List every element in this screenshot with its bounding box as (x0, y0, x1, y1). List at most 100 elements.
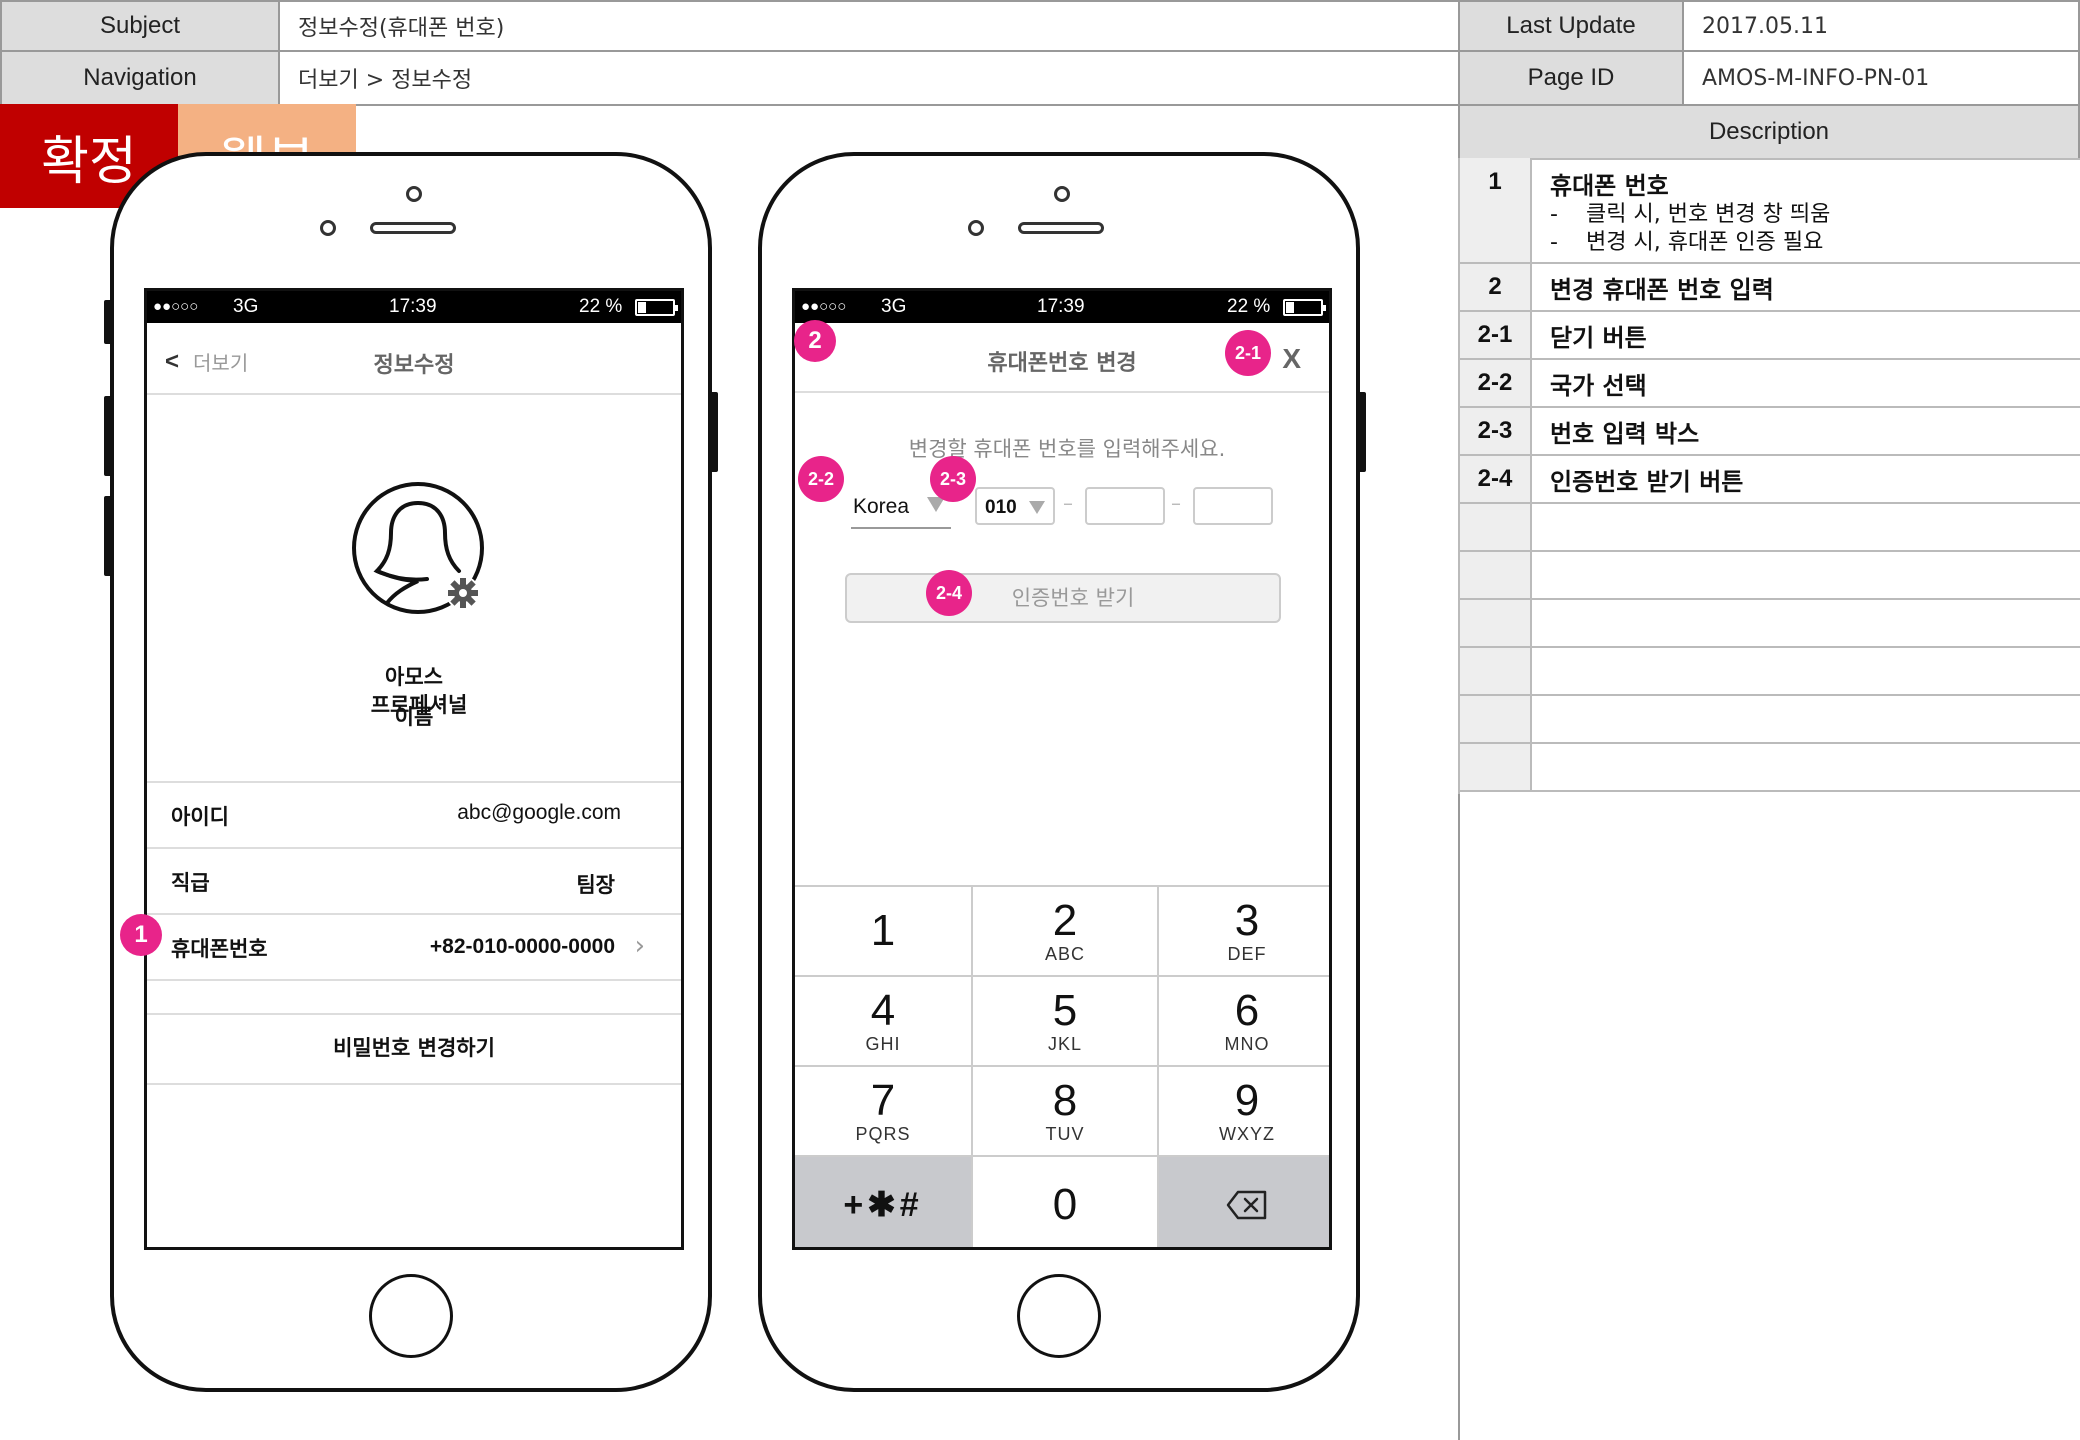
keypad-key-2[interactable]: 2 ABC (973, 887, 1157, 975)
key-digit: 2 (1052, 895, 1078, 945)
description-header-text: Description (1708, 118, 1830, 145)
key-digit: 1 (870, 906, 896, 955)
last-update-label-text: Last Update (1506, 12, 1636, 39)
signal-indicator: ●●○○○ (153, 298, 199, 315)
phone-sensor (320, 220, 336, 236)
prefix-select[interactable]: 010 (975, 487, 1055, 525)
description-number (1460, 696, 1532, 742)
key-letters: WXYZ (1219, 1123, 1275, 1144)
row-value: +82-010-0000-0000 (429, 935, 615, 958)
last-update-label: Last Update (1458, 0, 1684, 52)
number-input-last[interactable] (1193, 487, 1273, 525)
gear-icon[interactable] (445, 575, 481, 611)
key-letters: DEF (1227, 943, 1267, 964)
triangle-down-icon (1029, 501, 1045, 514)
key-digit: 5 (1052, 985, 1078, 1035)
keypad-key-8[interactable]: 8 TUV (973, 1067, 1157, 1155)
description-row-2-3: 2-3 번호 입력 박스 (1460, 408, 2080, 456)
row-value: abc@google.com (457, 801, 621, 824)
key-letters: TUV (1045, 1123, 1085, 1144)
chevron-right-icon: › (634, 931, 645, 961)
request-code-button[interactable]: 인증번호 받기 (845, 573, 1281, 623)
status-time: 17:39 (389, 296, 437, 317)
description-row-empty (1460, 552, 2080, 600)
page-id-value: AMOS-M-INFO-PN-01 (1682, 50, 2080, 106)
keypad-key-5[interactable]: 5 JKL (973, 977, 1157, 1065)
keypad-key-3[interactable]: 3 DEF (1159, 887, 1329, 975)
key-letters: JKL (1047, 1033, 1083, 1054)
annotation-badge-2-3: 2-3 (930, 456, 976, 502)
annotation-badge-2: 2 (794, 320, 836, 362)
key-digit: 3 (1234, 895, 1260, 945)
subject-label-text: Subject (99, 12, 181, 39)
description-number (1460, 600, 1532, 646)
keypad-key-6[interactable]: 6 MNO (1159, 977, 1329, 1065)
description-title: 변경 휴대폰 번호 입력 (1550, 275, 1774, 304)
phone-side-button (710, 392, 718, 472)
change-password-button[interactable]: 비밀번호 변경하기 (147, 1013, 681, 1083)
battery-icon (1283, 299, 1326, 316)
description-row-2: 2 변경 휴대폰 번호 입력 (1460, 264, 2080, 312)
keypad-key-1[interactable]: 1 (795, 887, 971, 975)
key-digit: 9 (1234, 1075, 1260, 1125)
description-row-empty (1460, 600, 2080, 648)
description-number (1460, 504, 1532, 550)
keypad-key-0[interactable]: 0 (973, 1157, 1157, 1247)
annotation-badge-2-1: 2-1 (1225, 330, 1271, 376)
description-bullet: - 클릭 시, 번호 변경 창 띄움 (1550, 201, 2080, 229)
navigation-value-text: 더보기 > 정보수정 (298, 68, 473, 93)
description-title: 국가 선택 (1550, 371, 1647, 400)
last-update-value: 2017.05.11 (1682, 0, 2080, 52)
keypad-key-7[interactable]: 7 PQRS (795, 1067, 971, 1155)
row-label: 아이디 (171, 805, 229, 829)
keypad-key-symbols[interactable]: +✱# (795, 1157, 971, 1247)
keypad-key-9[interactable]: 9 WXYZ (1159, 1067, 1329, 1155)
status-bar: ●●○○○ 3G 17:39 22 % (147, 291, 681, 323)
request-code-label: 인증번호 받기 (1011, 586, 1135, 610)
description-number (1460, 744, 1532, 790)
profile-name-overlap: 이름 (394, 705, 434, 729)
phone-speaker (1018, 222, 1104, 234)
page-id-label: Page ID (1458, 50, 1684, 106)
navigation-label-text: Navigation (83, 64, 197, 91)
row-label: 휴대폰번호 (171, 937, 268, 961)
phone-speaker (370, 222, 456, 234)
description-number (1460, 552, 1532, 598)
status-time: 17:39 (1037, 296, 1085, 317)
backspace-icon (1226, 1190, 1267, 1220)
info-row-phone[interactable]: 휴대폰번호 +82-010-0000-0000 › (147, 913, 681, 979)
number-input-middle[interactable] (1085, 487, 1165, 525)
bullet-text: 변경 시, 휴대폰 인증 필요 (1586, 230, 1824, 255)
annotation-badge-2-4: 2-4 (926, 570, 972, 616)
description-bullet: - 변경 시, 휴대폰 인증 필요 (1550, 229, 2080, 257)
subject-label: Subject (0, 0, 280, 52)
prefix-value: 010 (985, 497, 1017, 518)
dash-separator: – (1171, 491, 1181, 515)
phone-home-button[interactable] (1017, 1274, 1101, 1358)
description-row-empty (1460, 696, 2080, 744)
signal-indicator: ●●○○○ (801, 298, 847, 315)
avatar[interactable] (351, 481, 485, 615)
phone-mockup-profile: ●●○○○ 3G 17:39 22 % < 더보기 정보수정 아모스 프로페셔널… (104, 152, 718, 1392)
status-bar: ●●○○○ 3G 17:39 22 % (795, 291, 1329, 323)
keypad-key-backspace[interactable] (1159, 1157, 1329, 1247)
change-number-screen: ●●○○○ 3G 17:39 22 % 휴대폰번호 변경 X 변경할 휴대폰 번… (792, 288, 1332, 1250)
row-label: 직급 (171, 871, 210, 895)
keypad-key-4[interactable]: 4 GHI (795, 977, 971, 1065)
battery-icon (635, 299, 678, 316)
battery-percent: 22 % (1227, 296, 1271, 317)
close-button[interactable]: X (1282, 343, 1301, 375)
battery-percent: 22 % (579, 296, 623, 317)
description-title: 인증번호 받기 버튼 (1550, 467, 1744, 496)
network-label: 3G (233, 296, 259, 317)
info-row-position: 직급 팀장 (147, 847, 681, 913)
dash-separator: – (1063, 491, 1073, 515)
bullet-text: 클릭 시, 번호 변경 창 띄움 (1586, 202, 1831, 227)
bullet-marker: - (1550, 202, 1558, 227)
key-digit: 7 (870, 1075, 896, 1125)
key-letters: GHI (865, 1033, 901, 1054)
description-row-2-4: 2-4 인증번호 받기 버튼 (1460, 456, 2080, 504)
phone-home-button[interactable] (369, 1274, 453, 1358)
phone-front-camera (406, 186, 422, 202)
phone-front-camera (1054, 186, 1070, 202)
